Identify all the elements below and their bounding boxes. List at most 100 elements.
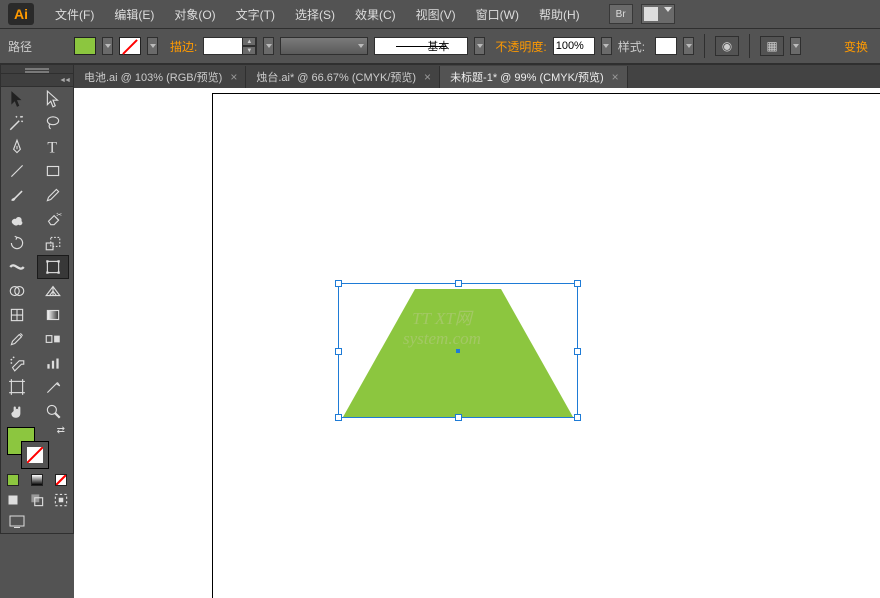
document-area[interactable]: TT XT网 system.com [74, 88, 880, 598]
mesh-tool[interactable] [1, 303, 33, 327]
scale-tool[interactable] [37, 231, 69, 255]
transform-link[interactable]: 变换 [844, 38, 868, 55]
menu-select[interactable]: 选择(S) [286, 3, 344, 26]
draw-inside-button[interactable] [49, 489, 73, 511]
style-dropdown[interactable] [683, 37, 694, 55]
svg-text:✂: ✂ [56, 212, 62, 219]
brush-dropdown[interactable] [474, 37, 485, 55]
pencil-tool[interactable] [37, 183, 69, 207]
style-label: 样式: [618, 38, 645, 55]
artboard[interactable]: TT XT网 system.com [212, 93, 880, 598]
graph-tool[interactable] [37, 351, 69, 375]
fill-dropdown[interactable] [102, 37, 113, 55]
recolor-button[interactable]: ◉ [715, 36, 739, 56]
color-none-button[interactable] [49, 471, 73, 489]
symbol-sprayer-tool[interactable] [1, 351, 33, 375]
gradient-tool[interactable] [37, 303, 69, 327]
document-tabs: 电池.ai @ 103% (RGB/预览) × 烛台.ai* @ 66.67% (… [74, 64, 880, 88]
stroke-weight-input[interactable]: ▲▼ [203, 37, 257, 55]
menu-window[interactable]: 窗口(W) [467, 3, 528, 26]
width-tool[interactable] [1, 255, 33, 279]
menu-type[interactable]: 文字(T) [227, 3, 284, 26]
separator [749, 34, 750, 58]
zoom-tool[interactable] [37, 399, 69, 423]
menu-bar: 文件(F) 编辑(E) 对象(O) 文字(T) 选择(S) 效果(C) 视图(V… [0, 0, 880, 28]
magic-wand-tool[interactable] [1, 111, 33, 135]
menu-edit[interactable]: 编辑(E) [105, 3, 163, 26]
menu-help[interactable]: 帮助(H) [530, 3, 589, 26]
blob-brush-tool[interactable] [1, 207, 33, 231]
lasso-tool[interactable] [37, 111, 69, 135]
shape-builder-tool[interactable] [1, 279, 33, 303]
variable-width-combo[interactable] [280, 37, 368, 55]
rectangle-tool[interactable] [37, 159, 69, 183]
close-icon[interactable]: × [424, 70, 431, 84]
handle-ml[interactable] [335, 348, 342, 355]
handle-tl[interactable] [335, 280, 342, 287]
style-swatch[interactable] [655, 37, 677, 55]
opacity-dropdown[interactable] [601, 37, 612, 55]
line-tool[interactable] [1, 159, 33, 183]
options-bar: 路径 描边: ▲▼ 基本 不透明度: 样式: ◉ ▦ 变换 [0, 28, 880, 64]
fill-swatch[interactable] [74, 37, 96, 55]
menu-file[interactable]: 文件(F) [46, 3, 103, 26]
handle-br[interactable] [574, 414, 581, 421]
handle-tm[interactable] [455, 280, 462, 287]
close-icon[interactable]: × [230, 70, 237, 84]
center-point[interactable] [456, 349, 460, 353]
rotate-tool[interactable] [1, 231, 33, 255]
draw-normal-button[interactable] [1, 489, 25, 511]
stroke-color-icon[interactable] [21, 441, 49, 469]
swap-icon[interactable]: ⇄ [57, 425, 65, 436]
hand-tool[interactable] [1, 399, 33, 423]
screen-mode-button[interactable] [1, 511, 73, 533]
tools-panel: T ✂ ⇄ [0, 64, 74, 534]
stroke-weight-dropdown[interactable] [263, 37, 274, 55]
artboard-tool[interactable] [1, 375, 33, 399]
handle-tr[interactable] [574, 280, 581, 287]
align-button[interactable]: ▦ [760, 36, 784, 56]
opacity-input[interactable] [553, 37, 595, 55]
eyedropper-tool[interactable] [1, 327, 33, 351]
bridge-button[interactable]: Br [609, 4, 633, 24]
handle-bl[interactable] [335, 414, 342, 421]
path-label: 路径 [8, 38, 32, 55]
direct-selection-tool[interactable] [37, 87, 69, 111]
draw-behind-button[interactable] [25, 489, 49, 511]
brush-tool[interactable] [1, 183, 33, 207]
brush-preset-label: 基本 [427, 38, 449, 54]
tab-label: 未标题-1* @ 99% (CMYK/预览) [450, 69, 604, 85]
type-tool[interactable]: T [37, 135, 69, 159]
blend-tool[interactable] [37, 327, 69, 351]
collapse-button[interactable] [0, 74, 74, 87]
color-solid-button[interactable] [1, 471, 25, 489]
pen-tool[interactable] [1, 135, 33, 159]
menu-view[interactable]: 视图(V) [407, 3, 465, 26]
menu-effect[interactable]: 效果(C) [346, 3, 405, 26]
eraser-tool[interactable]: ✂ [37, 207, 69, 231]
color-gradient-button[interactable] [25, 471, 49, 489]
perspective-tool[interactable] [37, 279, 69, 303]
workspace-switcher[interactable] [641, 4, 675, 24]
menu-object[interactable]: 对象(O) [165, 3, 224, 26]
stroke-dropdown[interactable] [147, 37, 158, 55]
handle-mr[interactable] [574, 348, 581, 355]
brush-preset-combo[interactable]: 基本 [374, 37, 468, 55]
tab-label: 烛台.ai* @ 66.67% (CMYK/预览) [256, 69, 416, 85]
selection-tool[interactable] [1, 87, 33, 111]
handle-bm[interactable] [455, 414, 462, 421]
doc-tab-1[interactable]: 烛台.ai* @ 66.67% (CMYK/预览) × [246, 66, 440, 88]
tab-label: 电池.ai @ 103% (RGB/预览) [84, 69, 222, 85]
free-transform-tool[interactable] [37, 255, 69, 279]
app-logo [8, 3, 34, 25]
selection-bbox[interactable] [338, 283, 578, 418]
doc-tab-2[interactable]: 未标题-1* @ 99% (CMYK/预览) × [440, 66, 628, 88]
separator [704, 34, 705, 58]
doc-tab-0[interactable]: 电池.ai @ 103% (RGB/预览) × [74, 66, 246, 88]
panel-grip[interactable] [0, 64, 74, 74]
fill-stroke-control[interactable]: ⇄ [1, 423, 73, 471]
align-dropdown[interactable] [790, 37, 801, 55]
close-icon[interactable]: × [612, 70, 619, 84]
slice-tool[interactable] [37, 375, 69, 399]
stroke-swatch[interactable] [119, 37, 141, 55]
